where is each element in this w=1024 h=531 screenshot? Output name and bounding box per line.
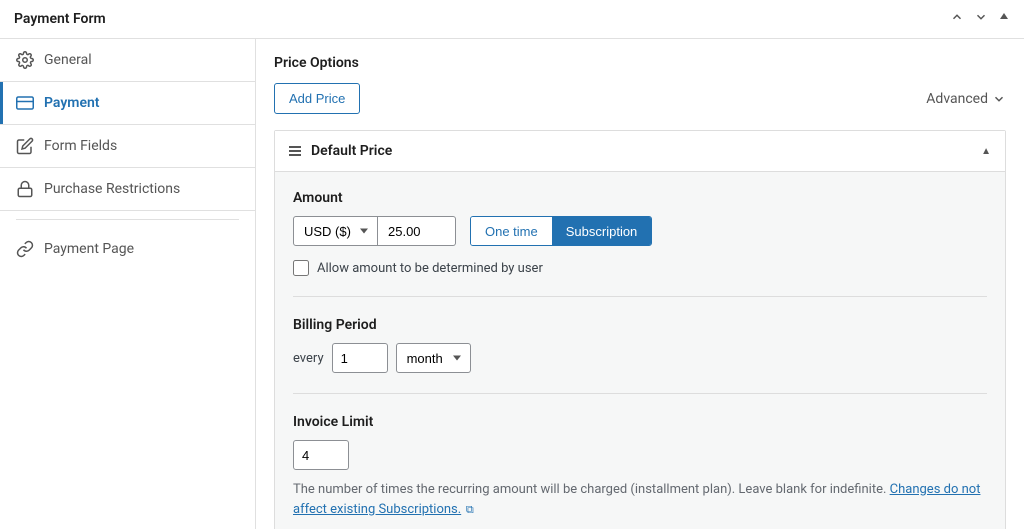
panel-header: Payment Form (0, 0, 1024, 39)
panel-title: Payment Form (14, 11, 106, 27)
divider (293, 393, 987, 394)
move-up-icon[interactable] (950, 10, 964, 28)
subscription-toggle[interactable]: Subscription (552, 217, 652, 245)
drag-handle-icon[interactable] (289, 146, 301, 156)
sidebar-item-label: Payment (44, 95, 100, 111)
billing-unit-select[interactable]: month (396, 343, 471, 373)
amount-input-group: USD ($) (293, 216, 456, 246)
add-price-button[interactable]: Add Price (274, 83, 360, 114)
sidebar-item-payment[interactable]: Payment (0, 82, 255, 124)
chevron-down-icon (992, 92, 1006, 106)
sidebar-item-payment-page[interactable]: Payment Page (0, 228, 255, 270)
advanced-link[interactable]: Advanced (926, 91, 1006, 107)
billing-period-label: Billing Period (293, 317, 987, 333)
collapse-icon[interactable] (998, 10, 1010, 28)
advanced-label: Advanced (926, 91, 988, 107)
edit-icon (16, 137, 34, 155)
link-icon (16, 240, 34, 258)
lock-icon (16, 180, 34, 198)
price-card: Default Price ▲ Amount USD ($) (274, 130, 1006, 529)
collapse-card-icon[interactable]: ▲ (981, 146, 991, 157)
sidebar-item-general[interactable]: General (0, 39, 255, 81)
gear-icon (16, 51, 34, 69)
sidebar-divider (16, 219, 239, 220)
sidebar-item-label: Payment Page (44, 241, 134, 257)
amount-label: Amount (293, 190, 987, 206)
card-icon (16, 94, 34, 112)
panel-controls (950, 10, 1010, 28)
section-title: Price Options (274, 55, 1006, 71)
invoice-limit-help: The number of times the recurring amount… (293, 480, 987, 519)
allow-user-amount-label: Allow amount to be determined by user (317, 261, 543, 276)
payment-type-toggle: One time Subscription (470, 216, 652, 246)
content: Price Options Add Price Advanced Default… (256, 39, 1024, 529)
every-label: every (293, 351, 324, 366)
sidebar-item-label: Purchase Restrictions (44, 181, 180, 197)
sidebar-item-label: General (44, 52, 92, 68)
external-link-icon: ⧉ (463, 503, 474, 516)
sidebar: General Payment Form Fields Purchase Res… (0, 39, 256, 529)
amount-input[interactable] (378, 216, 456, 246)
invoice-limit-input[interactable] (293, 440, 349, 470)
sidebar-item-purchase-restrictions[interactable]: Purchase Restrictions (0, 168, 255, 210)
one-time-toggle[interactable]: One time (471, 217, 552, 245)
sidebar-item-form-fields[interactable]: Form Fields (0, 125, 255, 167)
card-title: Default Price (311, 143, 392, 159)
divider (293, 296, 987, 297)
invoice-limit-label: Invoice Limit (293, 414, 987, 430)
card-header: Default Price ▲ (275, 131, 1005, 172)
currency-select[interactable]: USD ($) (293, 216, 378, 246)
sidebar-item-label: Form Fields (44, 138, 117, 154)
allow-user-amount-checkbox[interactable] (293, 260, 309, 276)
move-down-icon[interactable] (974, 10, 988, 28)
billing-interval-input[interactable] (332, 343, 388, 373)
